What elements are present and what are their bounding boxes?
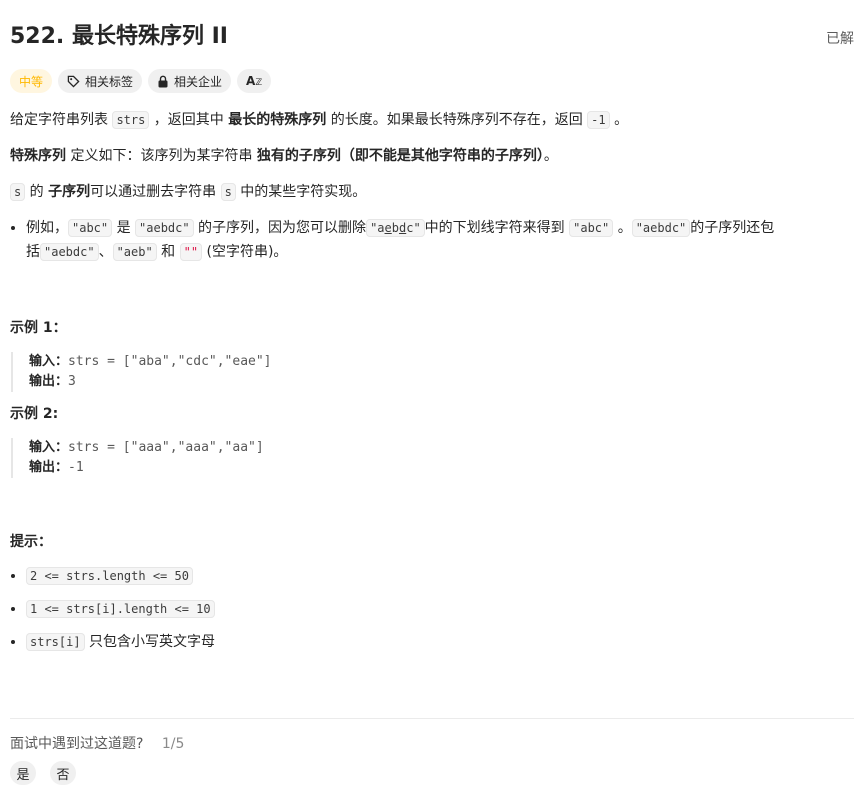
tag-icon xyxy=(67,75,80,88)
list-item: 1 <= strs[i].length <= 10 xyxy=(26,597,842,621)
description-paragraph-3: s 的 子序列可以通过删去字符串 s 中的某些字符实现。 xyxy=(10,180,842,204)
constraints-title: 提示： xyxy=(10,534,52,550)
list-item: 例如，"abc" 是 "aebdc" 的子序列，因为您可以删除"aebdc"中的… xyxy=(26,216,842,264)
yes-button[interactable]: 是 xyxy=(10,761,36,785)
example-2-title: 示例 2: xyxy=(10,406,59,422)
problem-description: 给定字符串列表 strs ，返回其中 最长的特殊序列 的长度。如果最长特殊序列不… xyxy=(10,108,842,654)
related-companies-label: 相关企业 xyxy=(174,74,223,89)
related-companies-button[interactable]: 相关企业 xyxy=(148,69,232,93)
no-button[interactable]: 否 xyxy=(50,761,76,785)
problem-page: 522. 最长特殊序列 II 已解 中等 相关标签 相关企业 Aℤ 给定字符串列… xyxy=(0,0,854,801)
description-paragraph-1: 给定字符串列表 strs ，返回其中 最长的特殊序列 的长度。如果最长特殊序列不… xyxy=(10,111,629,129)
translate-icon: Aℤ xyxy=(246,74,263,88)
example-1-title: 示例 1： xyxy=(10,320,67,336)
inline-code: s xyxy=(10,183,26,201)
divider xyxy=(10,718,854,719)
inline-code: s xyxy=(220,183,236,201)
interview-question-text: 面试中遇到过这道题? xyxy=(10,736,144,752)
example-1-block: 输入：strs = ["aba","cdc","eae"] 输出：3 xyxy=(11,352,842,392)
example-2-block: 输入：strs = ["aaa","aaa","aa"] 输出：-1 xyxy=(11,438,842,478)
description-paragraph-2: 特殊序列 定义如下：该序列为某字符串 独有的子序列（即不能是其他字符串的子序列）… xyxy=(10,148,558,164)
related-tags-label: 相关标签 xyxy=(85,74,134,89)
difficulty-badge: 中等 xyxy=(10,69,53,93)
translate-button[interactable]: Aℤ xyxy=(237,69,272,93)
lock-icon xyxy=(157,75,169,88)
example-input: strs = ["aaa","aaa","aa"] xyxy=(68,440,264,455)
inline-code: -1 xyxy=(587,111,610,129)
interview-question: 面试中遇到过这道题? 1/5 xyxy=(10,733,184,753)
title-row: 522. 最长特殊序列 II 已解 xyxy=(10,22,854,54)
example-bullet-list: 例如，"abc" 是 "aebdc" 的子序列，因为您可以删除"aebdc"中的… xyxy=(10,216,842,264)
list-item: 2 <= strs.length <= 50 xyxy=(26,564,842,588)
problem-title[interactable]: 522. 最长特殊序列 II xyxy=(10,24,228,49)
related-tags-button[interactable]: 相关标签 xyxy=(58,69,143,93)
list-item: strs[i] 只包含小写英文字母 xyxy=(26,630,842,654)
example-output: -1 xyxy=(68,460,84,475)
interview-count: 1/5 xyxy=(161,736,185,752)
example-input: strs = ["aba","cdc","eae"] xyxy=(68,354,272,369)
solved-status: 已解 xyxy=(826,31,854,47)
example-output: 3 xyxy=(68,374,76,389)
interview-answers: 是 否 xyxy=(10,761,76,785)
inline-code: strs xyxy=(112,111,150,129)
tag-bar: 中等 相关标签 相关企业 Aℤ xyxy=(10,69,272,93)
difficulty-label: 中等 xyxy=(19,74,44,89)
constraints-list: 2 <= strs.length <= 50 1 <= strs[i].leng… xyxy=(10,564,842,654)
